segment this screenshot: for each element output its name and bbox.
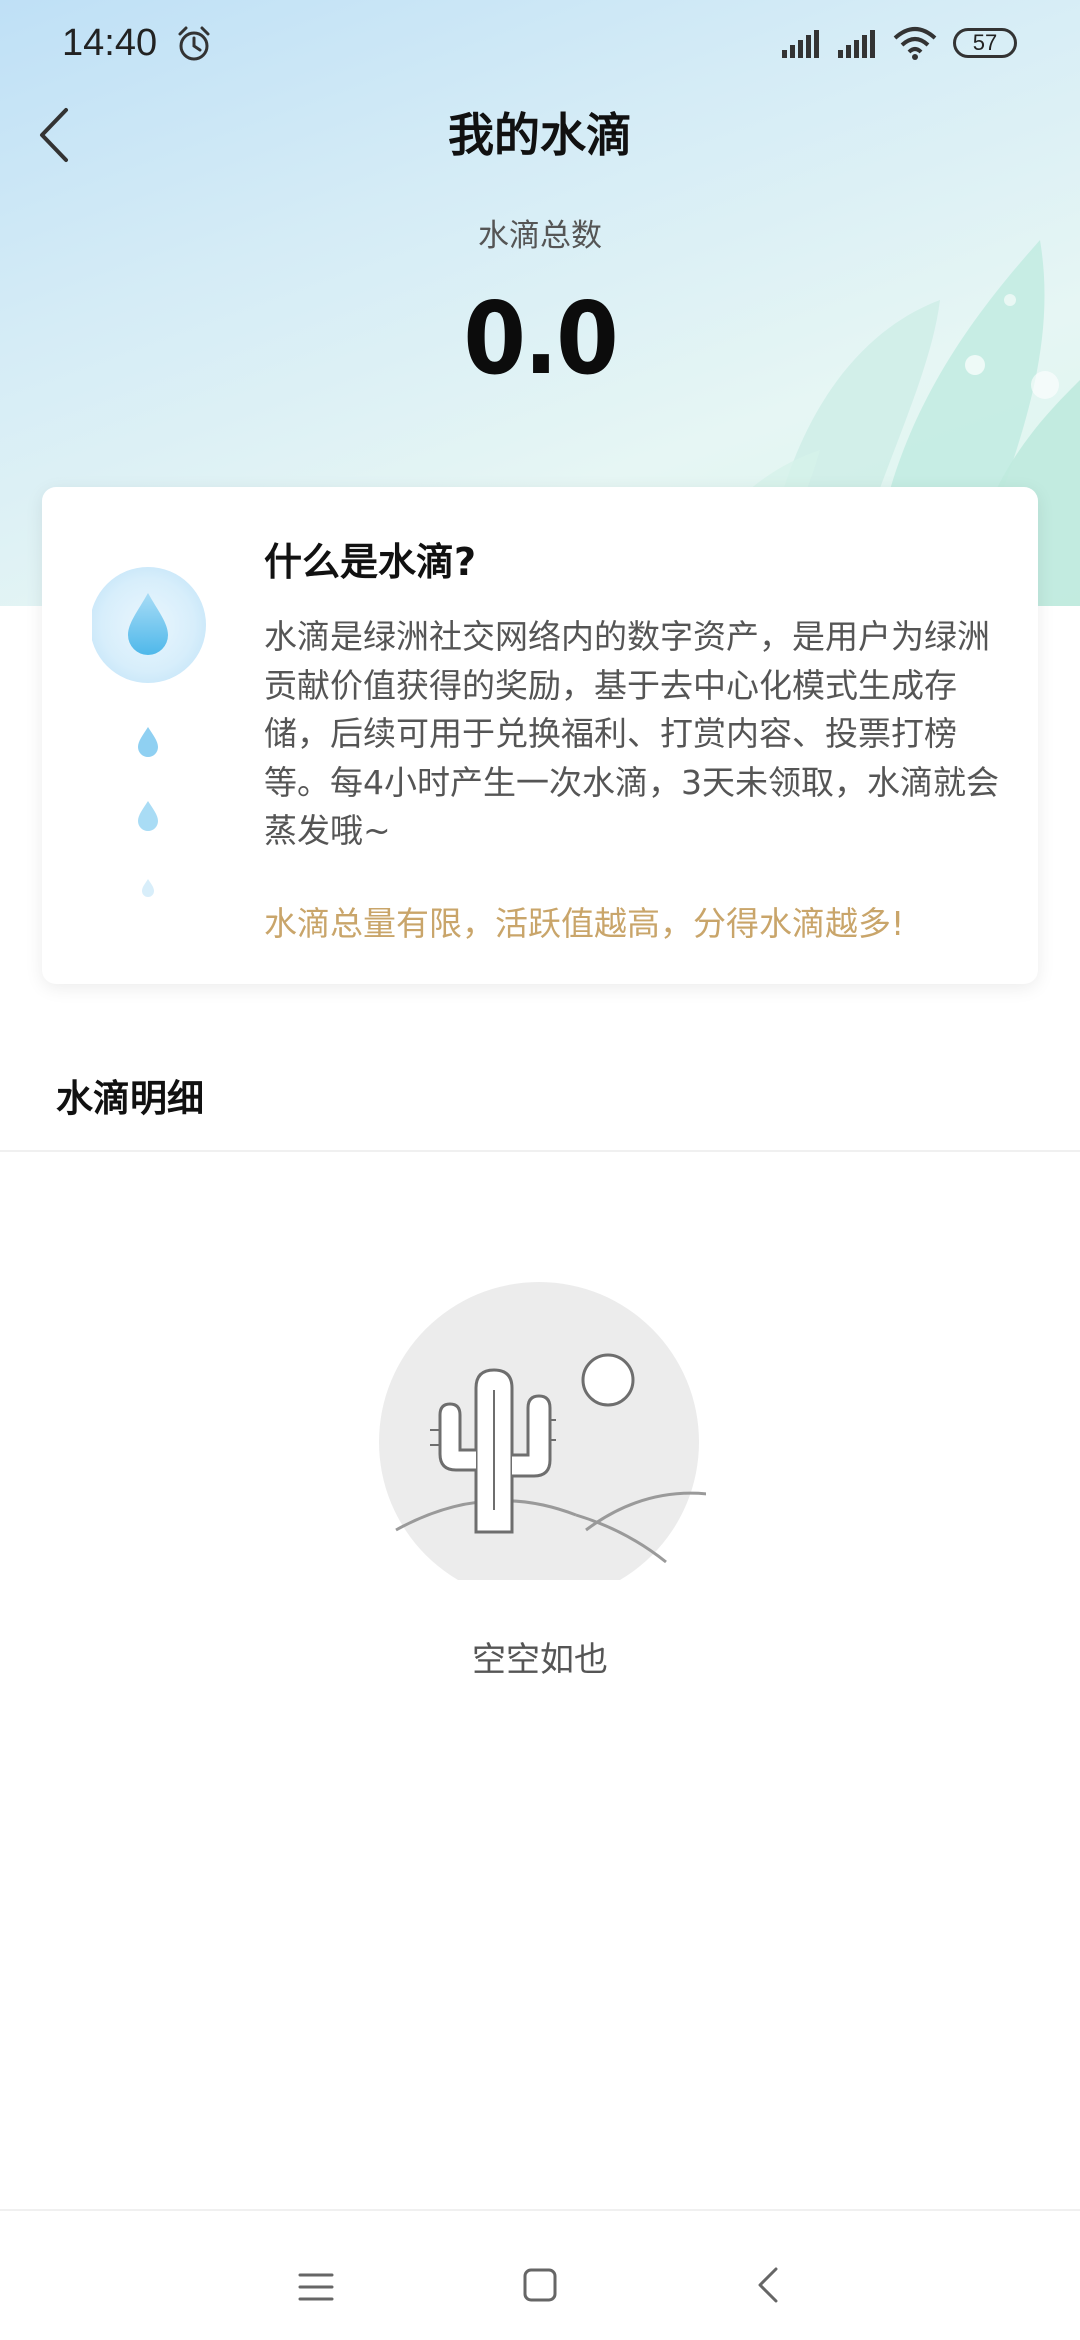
menu-icon[interactable] bbox=[296, 2271, 336, 2307]
home-icon[interactable] bbox=[522, 2267, 558, 2307]
wifi-icon bbox=[893, 26, 937, 64]
cactus-desert-icon bbox=[376, 1280, 717, 1602]
status-time: 14:40 bbox=[62, 22, 158, 64]
card-description: 水滴是绿洲社交网络内的数字资产，是用户为绿洲贡献价值获得的奖励，基于去中心化模式… bbox=[264, 617, 999, 850]
back-icon[interactable] bbox=[754, 2265, 782, 2309]
section-title: 水滴明细 bbox=[56, 1077, 204, 1120]
card-highlight: 水滴总量有限，活跃值越高，分得水滴越多! bbox=[264, 904, 905, 943]
signal-icon bbox=[780, 28, 824, 64]
battery-icon: 57 bbox=[953, 28, 1017, 58]
system-nav-bar bbox=[0, 2209, 1080, 2340]
empty-state-text: 空空如也 bbox=[472, 1640, 608, 1680]
status-bar: 14:40 57 bbox=[0, 0, 1080, 90]
water-drop-icon bbox=[90, 567, 222, 911]
total-value: 0.0 bbox=[463, 280, 618, 397]
signal-icon bbox=[836, 28, 880, 64]
alarm-icon bbox=[174, 24, 214, 68]
divider bbox=[0, 1150, 1080, 1152]
total-label: 水滴总数 bbox=[478, 218, 602, 254]
water-drop-screen: 14:40 57 我的水滴 水滴总数 0.0 什么是水滴? 水滴是绿洲社交网络内… bbox=[0, 0, 1080, 2340]
card-title: 什么是水滴? bbox=[264, 540, 477, 584]
info-card: 什么是水滴? 水滴是绿洲社交网络内的数字资产，是用户为绿洲贡献价值获得的奖励，基… bbox=[42, 487, 1038, 984]
page-title: 我的水滴 bbox=[448, 108, 632, 162]
